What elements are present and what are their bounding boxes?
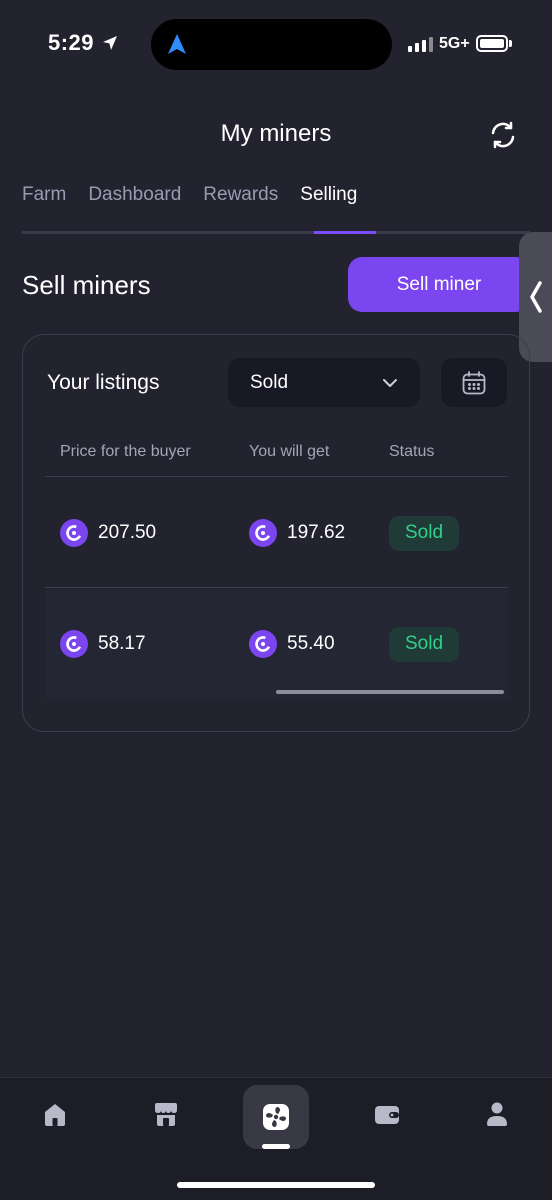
status-badge: Sold [389,515,460,551]
table-header: Price for the buyer You will get Status [45,431,508,477]
price-value: 207.50 [98,522,157,543]
market-icon [155,1103,177,1126]
tab-dashboard[interactable]: Dashboard [88,184,181,228]
table-row[interactable]: 58.17 55.40 Sold [45,589,508,699]
sell-miner-button[interactable]: Sell miner [348,257,530,312]
miners-icon [263,1104,289,1130]
you-get-value: 55.40 [287,633,335,654]
column-header-price: Price for the buyer [60,443,191,460]
you-get-cell: 197.62 [249,478,345,588]
coin-icon [60,630,88,658]
chevron-left-icon [529,281,542,313]
refresh-button[interactable] [486,118,520,152]
listings-card: Your listings Sold Price for the buyer Y… [22,334,530,732]
column-header-status: Status [389,443,435,460]
home-indicator[interactable] [177,1182,375,1188]
date-filter-button[interactable] [441,358,507,407]
battery-icon [476,35,508,52]
wallet-icon [375,1106,399,1124]
nav-active-indicator [262,1144,290,1149]
nav-market[interactable] [146,1094,186,1134]
status-badge: Sold [389,626,460,662]
dynamic-island [151,19,392,70]
status-cell: Sold [389,589,460,699]
status-bar: 5:29 5G+ [0,0,552,90]
page-title: My miners [220,120,332,147]
nav-profile[interactable] [477,1094,517,1134]
horizontal-scrollbar[interactable] [276,690,504,694]
coin-icon [249,519,277,547]
you-get-value: 197.62 [287,522,346,543]
table-row[interactable]: 207.50 197.62 Sold [45,478,508,588]
tab-rewards[interactable]: Rewards [203,184,278,228]
price-cell: 58.17 [60,589,146,699]
home-icon [45,1104,65,1126]
active-tab-indicator [314,231,376,234]
nav-home[interactable] [35,1094,75,1134]
price-value: 58.17 [98,633,146,654]
network-type: 5G+ [439,35,470,52]
location-arrow-icon [103,36,117,50]
column-header-you-get: You will get [249,443,330,460]
coin-icon [60,519,88,547]
navigation-arrow-icon [168,34,186,54]
price-cell: 207.50 [60,478,156,588]
profile-icon [487,1102,507,1126]
signal-icon [408,36,433,52]
status-filter-select[interactable]: Sold [228,358,420,407]
coin-icon [249,630,277,658]
nav-wallet[interactable] [367,1094,407,1134]
chevron-down-icon [383,378,397,387]
tab-bar: Farm Dashboard Rewards Selling [22,184,379,228]
battery-tip [509,40,512,47]
status-filter-value: Sold [250,371,289,393]
section-title: Sell miners [22,270,151,300]
refresh-icon [491,121,515,149]
you-get-cell: 55.40 [249,589,335,699]
calendar-icon [462,370,486,394]
nav-miners[interactable] [243,1085,309,1149]
tabs-divider [22,231,530,234]
listings-title: Your listings [47,371,160,394]
status-cell: Sold [389,478,460,588]
tab-farm[interactable]: Farm [22,184,66,228]
status-time: 5:29 [48,30,95,55]
tab-selling[interactable]: Selling [300,184,357,228]
